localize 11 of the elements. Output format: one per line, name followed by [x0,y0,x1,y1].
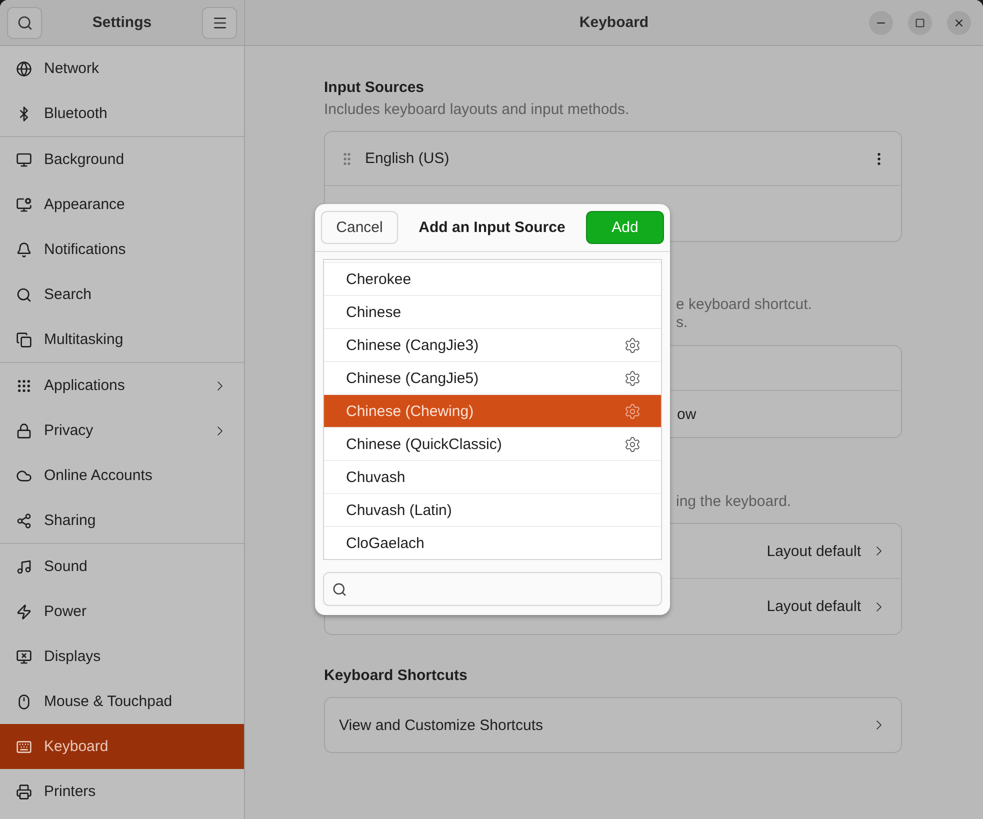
section-title: Input Sources [324,78,426,98]
input-source-label: English (US) [365,150,450,167]
section-subtitle: e keyboard shortcut. [676,296,813,314]
section-title: Keyboard Shortcuts [324,666,468,686]
section-subtitle: Includes keyboard layouts and input methods. [324,101,630,119]
sidebar-title: Settings [92,14,152,31]
window-title: Keyboard [579,14,649,31]
dialog-title: Add an Input Source [418,219,566,236]
section-subtitle: s. [676,314,689,332]
section-subtitle: ing the keyboard. [676,493,792,511]
row-label: ow [677,406,698,422]
